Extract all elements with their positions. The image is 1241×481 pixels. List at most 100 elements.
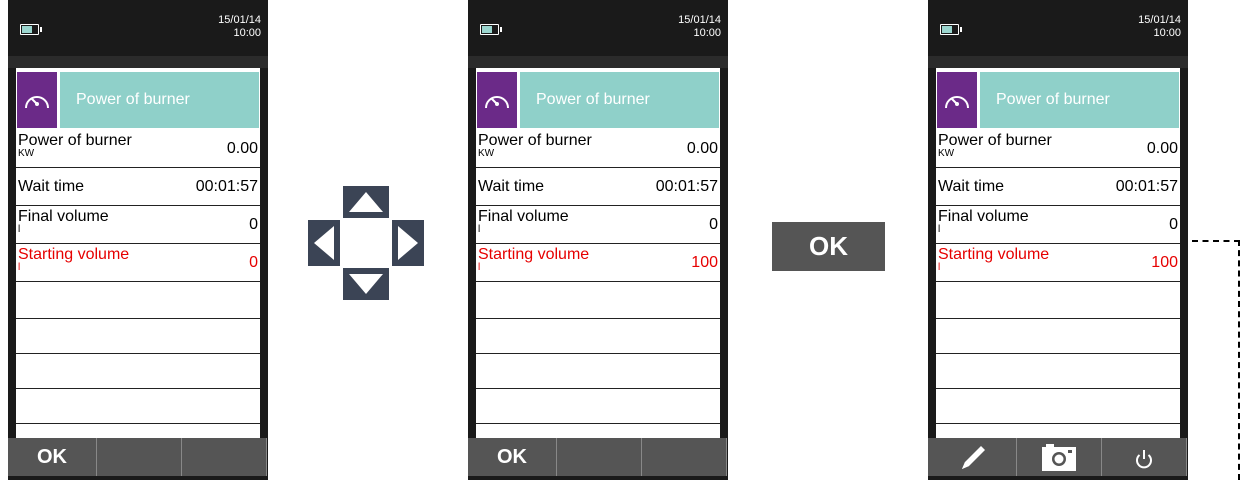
row-value: 100 xyxy=(1151,254,1178,271)
softkey-edit[interactable] xyxy=(928,438,1017,476)
gauge-icon xyxy=(477,72,517,128)
softkey-label: OK xyxy=(37,446,67,468)
battery-icon xyxy=(480,24,502,35)
row-value: 0.00 xyxy=(1146,140,1178,157)
battery-icon xyxy=(940,24,962,35)
row-unit: KW xyxy=(938,148,955,159)
softkey-right[interactable] xyxy=(182,438,267,476)
softkey-middle[interactable] xyxy=(557,438,642,476)
row-unit: l xyxy=(478,262,481,273)
row-value: 0 xyxy=(249,216,258,233)
datetime: 15/01/14 10:00 xyxy=(678,14,721,40)
screen-area: Power of burner Power of burner KW 0.00 … xyxy=(476,68,720,438)
status-bar: 15/01/14 10:00 xyxy=(8,0,268,56)
row-label: Wait time xyxy=(938,178,1005,195)
row-label: Wait time xyxy=(18,178,85,195)
empty-row-divider xyxy=(16,353,260,354)
row-label: Starting volume xyxy=(478,246,590,263)
softkey-ok[interactable]: OK xyxy=(468,438,557,476)
dashed-connector-horizontal xyxy=(1192,240,1240,242)
datetime: 15/01/14 10:00 xyxy=(1138,14,1181,40)
ok-key[interactable]: OK xyxy=(772,222,885,271)
row-wait-time[interactable]: Wait time 00:01:57 xyxy=(936,168,1180,206)
dashed-connector-vertical xyxy=(1238,240,1240,480)
header-title: Power of burner xyxy=(980,72,1179,128)
empty-row-divider xyxy=(936,388,1180,389)
row-final-volume[interactable]: Final volume l 0 xyxy=(476,206,720,244)
softkey-bar: OK xyxy=(8,438,267,476)
arrow-right-icon[interactable] xyxy=(392,220,424,266)
row-unit: l xyxy=(938,224,941,235)
row-value: 0 xyxy=(1169,216,1178,233)
date-text: 15/01/14 xyxy=(1138,14,1181,26)
gauge-icon xyxy=(17,72,57,128)
time-text: 10:00 xyxy=(693,27,721,39)
row-label: Starting volume xyxy=(18,246,130,263)
row-label: Final volume xyxy=(478,208,569,225)
softkey-camera[interactable] xyxy=(1017,438,1102,476)
empty-row-divider xyxy=(476,353,720,354)
row-label: Final volume xyxy=(938,208,1029,225)
row-value: 0 xyxy=(709,216,718,233)
date-text: 15/01/14 xyxy=(678,14,721,26)
row-power-of-burner[interactable]: Power of burner KW 0.00 xyxy=(16,130,260,168)
status-bar: 15/01/14 10:00 xyxy=(928,0,1188,56)
row-value: 00:01:57 xyxy=(1115,178,1178,195)
power-icon xyxy=(1136,450,1152,469)
row-wait-time[interactable]: Wait time 00:01:57 xyxy=(476,168,720,206)
row-wait-time[interactable]: Wait time 00:01:57 xyxy=(16,168,260,206)
row-value: 0.00 xyxy=(226,140,258,157)
row-final-volume[interactable]: Final volume l 0 xyxy=(936,206,1180,244)
row-value: 0.00 xyxy=(686,140,718,157)
pencil-icon xyxy=(962,446,985,469)
time-text: 10:00 xyxy=(233,27,261,39)
softkey-power[interactable] xyxy=(1102,438,1187,476)
row-unit: KW xyxy=(18,148,35,159)
device-screen-1: 15/01/14 10:00 Power of burner Power of … xyxy=(8,0,268,480)
row-starting-volume[interactable]: Starting volume l 0 xyxy=(16,244,260,282)
softkey-middle[interactable] xyxy=(97,438,182,476)
softkey-label: OK xyxy=(497,446,527,468)
arrow-down-icon[interactable] xyxy=(343,268,389,300)
sub-bar xyxy=(928,56,1188,68)
row-label: Power of burner xyxy=(478,132,592,149)
row-unit: KW xyxy=(478,148,495,159)
row-power-of-burner[interactable]: Power of burner KW 0.00 xyxy=(476,130,720,168)
header-title: Power of burner xyxy=(60,72,259,128)
softkey-ok[interactable]: OK xyxy=(8,438,97,476)
empty-row-divider xyxy=(476,388,720,389)
gauge-icon xyxy=(937,72,977,128)
empty-row-divider xyxy=(476,318,720,319)
row-value: 00:01:57 xyxy=(655,178,718,195)
empty-row-divider xyxy=(16,388,260,389)
row-label: Power of burner xyxy=(18,132,132,149)
softkey-bar xyxy=(928,438,1187,476)
row-value: 0 xyxy=(249,254,258,271)
row-final-volume[interactable]: Final volume l 0 xyxy=(16,206,260,244)
row-label: Power of burner xyxy=(938,132,1052,149)
arrow-up-icon[interactable] xyxy=(343,186,389,218)
camera-icon xyxy=(1042,444,1076,471)
row-label: Final volume xyxy=(18,208,109,225)
row-unit: l xyxy=(18,224,21,235)
row-starting-volume[interactable]: Starting volume l 100 xyxy=(476,244,720,282)
row-label: Wait time xyxy=(478,178,545,195)
row-unit: l xyxy=(478,224,481,235)
sub-bar xyxy=(468,56,728,68)
device-screen-3: 15/01/14 10:00 Power of burner Power of … xyxy=(928,0,1188,480)
empty-row-divider xyxy=(936,353,1180,354)
row-value: 100 xyxy=(691,254,718,271)
row-power-of-burner[interactable]: Power of burner KW 0.00 xyxy=(936,130,1180,168)
date-text: 15/01/14 xyxy=(218,14,261,26)
header-title: Power of burner xyxy=(520,72,719,128)
softkey-right[interactable] xyxy=(642,438,727,476)
sub-bar xyxy=(8,56,268,68)
row-value: 00:01:57 xyxy=(195,178,258,195)
datetime: 15/01/14 10:00 xyxy=(218,14,261,40)
row-unit: l xyxy=(938,262,941,273)
screen-area: Power of burner Power of burner KW 0.00 … xyxy=(16,68,260,438)
device-screen-2: 15/01/14 10:00 Power of burner Power of … xyxy=(468,0,728,480)
arrow-left-icon[interactable] xyxy=(308,220,340,266)
row-starting-volume[interactable]: Starting volume l 100 xyxy=(936,244,1180,282)
empty-row-divider xyxy=(16,423,260,424)
